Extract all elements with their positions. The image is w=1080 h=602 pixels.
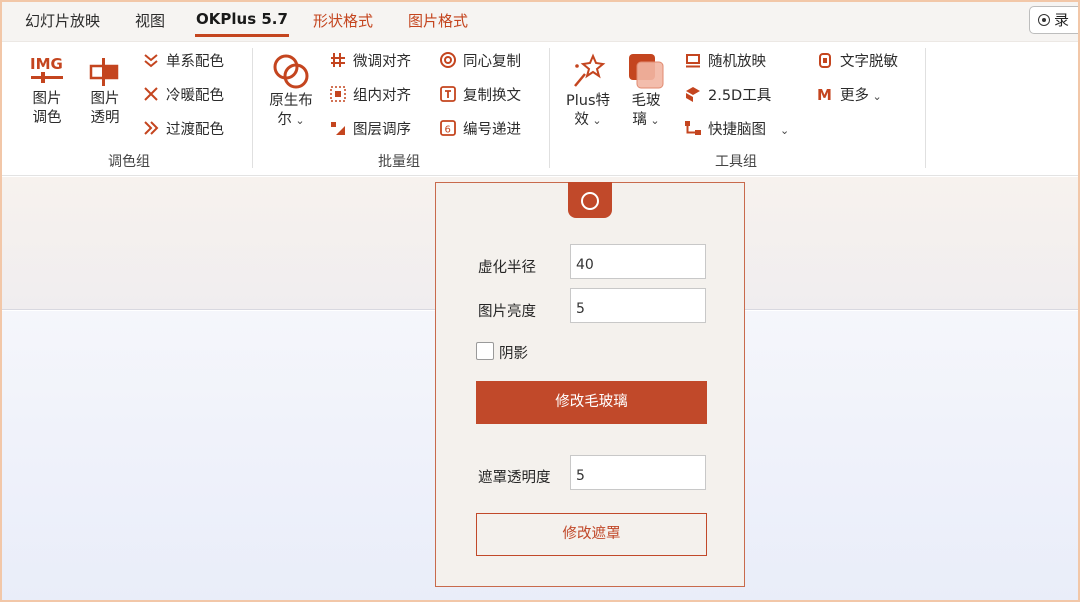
double-chevron-right-icon (144, 121, 159, 135)
chevron-down-icon: ⌄ (869, 90, 882, 103)
double-chevron-down-icon (144, 54, 158, 68)
transition-color-button[interactable]: 过渡配色 (142, 119, 224, 141)
quick-mindmap-button[interactable]: 快捷脑图 ⌄ (684, 119, 789, 141)
apply-frosted-glass-button[interactable]: 修改毛玻璃 (476, 381, 707, 424)
active-tab-indicator (195, 34, 289, 37)
tab-shape-format[interactable]: 形状格式 (313, 10, 373, 31)
tab-okplus[interactable]: OKPlus 5.7 (196, 10, 288, 28)
layer-order-icon (331, 122, 345, 135)
random-show-button[interactable]: 随机放映 (684, 51, 766, 73)
sparkle-wand-icon (574, 53, 606, 87)
ribbon: IMG 图片 调色 图片 透明 单系配色 冷暖配色 过渡配色 调色组 原生布 尔… (0, 42, 1080, 176)
record-icon (1038, 14, 1050, 26)
record-button[interactable]: 录 (1029, 6, 1080, 34)
group-divider (925, 48, 926, 168)
group-align-button[interactable]: 组内对齐 (329, 85, 411, 107)
fine-align-icon (331, 53, 345, 67)
shadow-checkbox[interactable] (476, 342, 494, 360)
mask-opacity-input[interactable] (570, 455, 706, 490)
mono-color-button[interactable]: 单系配色 (142, 51, 224, 73)
slides-icon (686, 54, 700, 68)
blur-radius-label: 虚化半径 (478, 260, 536, 276)
image-brightness-input[interactable] (570, 288, 706, 323)
cross-icon (144, 87, 158, 101)
concentric-copy-button[interactable]: 同心复制 (439, 51, 521, 73)
apply-mask-button[interactable]: 修改遮罩 (476, 513, 707, 556)
circle-icon (581, 192, 599, 210)
image-transparency-button[interactable]: 图片 透明 (85, 54, 125, 128)
native-boolean-button[interactable]: 原生布 尔 ⌄ (266, 52, 316, 130)
blur-radius-input[interactable] (570, 244, 706, 279)
img-tint-icon: IMG (30, 55, 63, 83)
text-box-icon (440, 86, 456, 102)
fine-align-button[interactable]: 微调对齐 (329, 51, 411, 73)
group-align-icon (330, 86, 346, 102)
m-logo-icon: M (817, 86, 832, 103)
text-mask-button[interactable]: 文字脱敏 (816, 51, 898, 73)
ribbon-tab-bar: 幻灯片放映 视图 OKPlus 5.7 形状格式 图片格式 录 (0, 0, 1080, 42)
mindmap-icon (685, 121, 701, 135)
image-brightness-label: 图片亮度 (478, 304, 536, 320)
layer-order-button[interactable]: 图层调序 (329, 119, 411, 141)
lock-badge-icon (819, 53, 831, 68)
chevron-down-icon[interactable]: ⌄ (780, 124, 789, 137)
number-increment-button[interactable]: 6 编号递进 (439, 119, 521, 141)
concentric-circles-icon (440, 52, 456, 68)
tab-view[interactable]: 视图 (135, 10, 165, 31)
tab-picture-format[interactable]: 图片格式 (408, 10, 468, 31)
frosted-glass-button[interactable]: 毛玻 璃 ⌄ (624, 52, 668, 130)
chevron-down-icon: ⌄ (588, 114, 602, 127)
more-button[interactable]: M 更多 ⌄ (816, 85, 882, 107)
tools-group-label: 工具组 (715, 154, 757, 170)
plus-effects-button[interactable]: Plus特 效 ⌄ (562, 52, 614, 130)
tab-slideshow[interactable]: 幻灯片放映 (25, 10, 100, 31)
cube-slice-icon (686, 87, 700, 102)
batch-group-label: 批量组 (378, 154, 420, 170)
chevron-down-icon: ⌄ (291, 114, 305, 127)
warm-cool-color-button[interactable]: 冷暖配色 (142, 85, 224, 107)
svg-text:IMG: IMG (30, 55, 63, 73)
number-badge-icon: 6 (440, 120, 456, 136)
svg-text:6: 6 (445, 125, 451, 136)
frosted-glass-panel: 虚化半径 图片亮度 阴影 修改毛玻璃 遮罩透明度 修改遮罩 (435, 182, 745, 587)
svg-text:M: M (817, 86, 832, 103)
image-tint-button[interactable]: IMG 图片 调色 (27, 54, 67, 128)
copy-swap-text-button[interactable]: 复制换文 (439, 85, 521, 107)
mask-opacity-label: 遮罩透明度 (478, 470, 551, 486)
group-divider (549, 48, 550, 168)
chevron-down-icon: ⌄ (646, 114, 660, 127)
frosted-glass-icon (629, 54, 664, 89)
tool-25d-button[interactable]: 2.5D工具 (684, 85, 771, 107)
panel-handle[interactable] (568, 182, 612, 218)
boolean-rings-icon (273, 54, 309, 89)
color-group-label: 调色组 (108, 154, 150, 170)
group-divider (252, 48, 253, 168)
img-transparency-icon (89, 58, 119, 86)
shadow-label: 阴影 (499, 346, 528, 362)
